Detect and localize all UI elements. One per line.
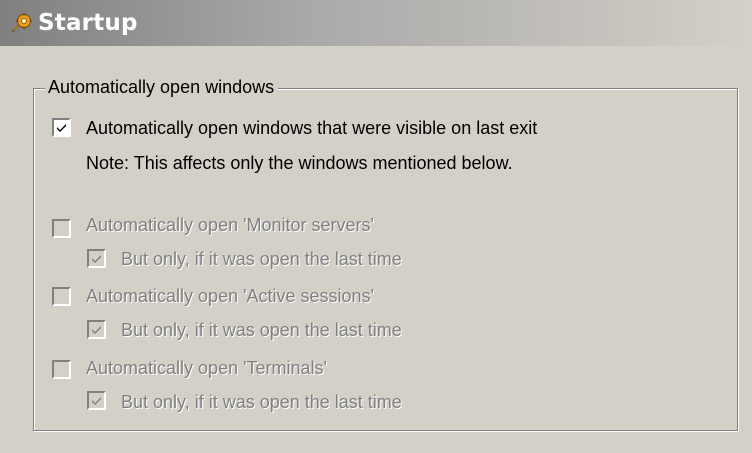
terminals-only-if-open-label[interactable]: But only, if it was open the last time: [121, 390, 402, 414]
section-header: Startup: [0, 0, 752, 46]
checkmark-icon: [92, 255, 101, 263]
open-monitor-servers-checkbox[interactable]: [52, 219, 71, 238]
open-active-sessions-label[interactable]: Automatically open 'Active sessions': [86, 284, 374, 308]
checkmark-icon: [92, 326, 101, 334]
monitor-servers-only-if-open-checkbox[interactable]: [87, 249, 106, 268]
auto-open-note: Note: This affects only the windows ment…: [86, 153, 513, 173]
open-monitor-servers-label[interactable]: Automatically open 'Monitor servers': [86, 213, 374, 237]
open-terminals-label[interactable]: Automatically open 'Terminals': [86, 356, 327, 380]
auto-open-windows-label[interactable]: Automatically open windows that were vis…: [86, 116, 537, 140]
monitor-servers-only-if-open-label[interactable]: But only, if it was open the last time: [121, 247, 402, 271]
active-sessions-only-if-open-checkbox[interactable]: [87, 320, 106, 339]
page-title: Startup: [38, 10, 138, 36]
startup-gear-icon: [11, 13, 32, 33]
checkmark-icon: [57, 124, 66, 132]
terminals-only-if-open-checkbox[interactable]: [87, 391, 106, 410]
groupbox-legend: Automatically open windows: [45, 75, 279, 99]
checkmark-icon: [92, 397, 101, 405]
open-active-sessions-checkbox[interactable]: [52, 287, 71, 306]
auto-open-windows-checkbox[interactable]: [52, 118, 71, 137]
open-terminals-checkbox[interactable]: [52, 360, 71, 379]
active-sessions-only-if-open-label[interactable]: But only, if it was open the last time: [121, 318, 402, 342]
